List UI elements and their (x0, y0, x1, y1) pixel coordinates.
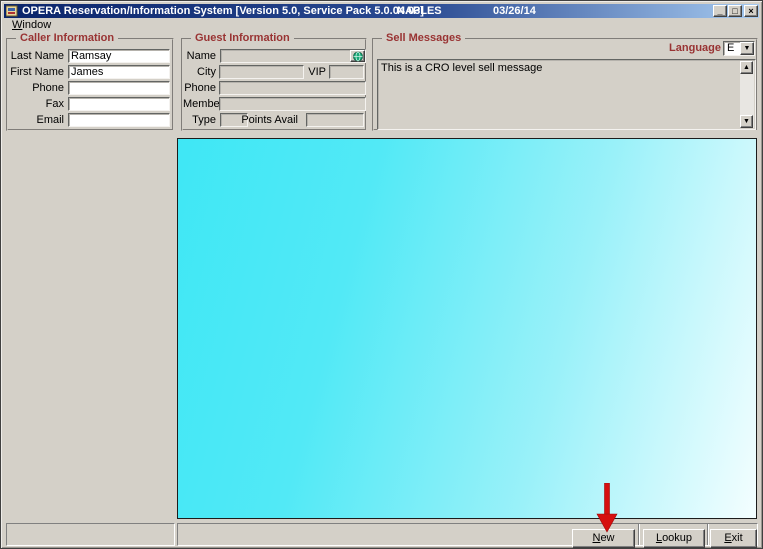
language-select[interactable]: E ▼ (723, 41, 755, 56)
app-icon (6, 5, 18, 17)
minimize-button[interactable]: _ (713, 5, 727, 17)
guest-name-input (220, 49, 366, 63)
guest-information-group: Guest Information Name City Phone Member… (181, 38, 367, 131)
sell-messages-legend: Sell Messages (382, 32, 465, 45)
status-panel-left (6, 523, 175, 546)
button-separator (638, 524, 640, 545)
guest-phone-label: Phone (183, 81, 216, 95)
caller-information-legend: Caller Information (16, 32, 118, 45)
red-arrow-annotation-icon (596, 483, 618, 533)
caller-fax-input[interactable] (68, 97, 170, 111)
guest-name-lookup-button[interactable] (350, 50, 365, 62)
language-selected-value: E (727, 42, 734, 54)
vip-label: VIP (306, 65, 326, 79)
guest-member-label: Member (183, 97, 216, 111)
sell-message-scrollbar[interactable]: ▲ ▼ (740, 61, 754, 128)
opera-application-window: OPERA Reservation/Information System [Ve… (0, 0, 763, 549)
vip-input (329, 65, 364, 79)
points-avail-input (306, 113, 364, 127)
fax-label: Fax (8, 97, 64, 111)
lookup-button[interactable]: Lookup (643, 529, 705, 548)
guest-information-legend: Guest Information (191, 32, 294, 45)
close-button[interactable]: × (744, 5, 758, 17)
system-date: 03/26/14 (493, 4, 536, 18)
menu-window[interactable]: Window (8, 19, 55, 31)
points-avail-label: Points Avail (241, 113, 298, 127)
titlebar: OPERA Reservation/Information System [Ve… (4, 4, 759, 18)
language-label: Language (629, 41, 721, 55)
sell-message-text-area: This is a CRO level sell message ▲ ▼ (377, 59, 756, 130)
exit-button[interactable]: Exit (710, 529, 757, 548)
caller-last-name-input[interactable] (68, 49, 170, 63)
scroll-up-icon[interactable]: ▲ (740, 61, 753, 74)
guest-city-input (219, 65, 304, 79)
first-name-label: First Name (8, 65, 64, 79)
button-separator (707, 524, 709, 545)
caller-phone-input[interactable] (68, 81, 170, 95)
guest-phone-input (219, 81, 366, 95)
sell-message-text: This is a CRO level sell message (381, 62, 542, 74)
caller-first-name-input[interactable] (68, 65, 170, 79)
caller-information-group: Caller Information Last Name First Name … (6, 38, 174, 131)
sell-messages-group: Sell Messages Language E ▼ This is a CRO… (372, 38, 758, 131)
last-name-label: Last Name (8, 49, 64, 63)
guest-member-input (219, 97, 366, 111)
reservation-canvas (177, 138, 757, 519)
scroll-down-icon[interactable]: ▼ (740, 115, 753, 128)
cro-name: NAPLES (397, 4, 442, 18)
window-title: OPERA Reservation/Information System [Ve… (22, 4, 424, 18)
guest-city-label: City (183, 65, 216, 79)
guest-type-label: Type (183, 113, 216, 127)
menubar: Window (4, 19, 759, 33)
phone-label: Phone (8, 81, 64, 95)
guest-name-label: Name (183, 49, 216, 63)
email-label: Email (8, 113, 64, 127)
globe-icon (352, 51, 364, 62)
maximize-button[interactable]: □ (728, 5, 742, 17)
chevron-down-icon[interactable]: ▼ (740, 42, 754, 55)
caller-email-input[interactable] (68, 113, 170, 127)
